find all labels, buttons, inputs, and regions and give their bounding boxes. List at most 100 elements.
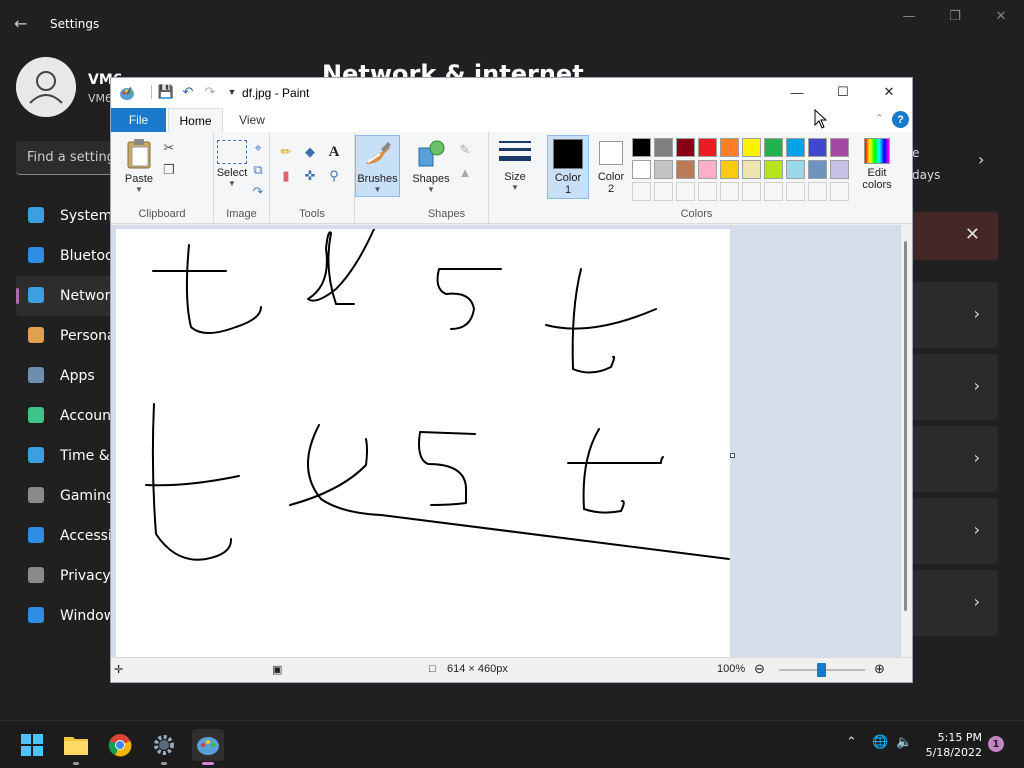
file-explorer-button[interactable]: [60, 729, 92, 765]
notification-badge[interactable]: 1: [988, 736, 1004, 752]
resize-handle[interactable]: [730, 453, 735, 458]
select-button[interactable]: Select ▼: [214, 138, 250, 188]
alert-card[interactable]: ✕: [910, 212, 998, 260]
sidebar-item-icon: [28, 327, 44, 343]
color-swatch[interactable]: [720, 160, 739, 179]
minimize-icon[interactable]: —: [886, 0, 932, 32]
collapse-ribbon-icon[interactable]: ⌃: [875, 112, 884, 125]
color-swatch[interactable]: [786, 138, 805, 157]
custom-color-slot[interactable]: [632, 182, 651, 201]
fill-shape-icon[interactable]: ▲: [457, 164, 473, 180]
eraser-icon[interactable]: ▮: [278, 168, 294, 184]
close-icon[interactable]: ✕: [978, 0, 1024, 32]
color-swatch[interactable]: [632, 160, 651, 179]
magnifier-icon[interactable]: ⚲: [326, 168, 342, 184]
outline-icon[interactable]: ✎: [457, 142, 473, 158]
sidebar-item-icon: [28, 247, 44, 263]
restore-icon[interactable]: ❐: [932, 0, 978, 32]
redo-icon[interactable]: ↷: [202, 84, 218, 100]
edit-colors-button[interactable]: Edit colors: [857, 138, 897, 191]
drawing-canvas[interactable]: [116, 228, 730, 657]
back-arrow-icon[interactable]: ←: [14, 14, 36, 34]
custom-color-slot[interactable]: [764, 182, 783, 201]
close-icon[interactable]: ✕: [866, 78, 912, 106]
size-button[interactable]: Size ▼: [495, 138, 535, 192]
start-button[interactable]: [16, 729, 48, 761]
dropdown-arrow-icon: ▼: [135, 185, 143, 194]
custom-color-slot[interactable]: [654, 182, 673, 201]
shapes-button[interactable]: Shapes ▼: [411, 138, 451, 194]
color-swatch[interactable]: [742, 138, 761, 157]
volume-icon[interactable]: 🔈: [896, 735, 912, 750]
color-swatch[interactable]: [764, 160, 783, 179]
color-swatch[interactable]: [698, 160, 717, 179]
settings-card[interactable]: ›: [910, 426, 998, 492]
custom-color-slot[interactable]: [742, 182, 761, 201]
color-picker-icon[interactable]: ✜: [302, 168, 318, 184]
color-swatch[interactable]: [676, 160, 695, 179]
chevron-up-icon[interactable]: ⌃: [846, 735, 857, 750]
vertical-scrollbar[interactable]: [901, 225, 912, 657]
language-icon[interactable]: 🌐: [872, 735, 888, 750]
rotate-icon[interactable]: ↷: [250, 184, 266, 200]
color-swatch[interactable]: [808, 160, 827, 179]
color-swatch[interactable]: [742, 160, 761, 179]
settings-card[interactable]: ›: [910, 282, 998, 348]
color-swatch[interactable]: [698, 138, 717, 157]
color1-button[interactable]: Color 1: [547, 135, 589, 199]
text-tool-icon[interactable]: A: [326, 144, 342, 160]
color2-button[interactable]: Color 2: [591, 138, 631, 195]
color-swatch[interactable]: [676, 138, 695, 157]
close-icon[interactable]: ✕: [965, 224, 980, 245]
settings-taskbar-button[interactable]: [148, 729, 180, 765]
custom-color-slot[interactable]: [808, 182, 827, 201]
crop-icon[interactable]: ⌖: [250, 140, 266, 156]
color-swatch[interactable]: [786, 160, 805, 179]
color-swatch[interactable]: [720, 138, 739, 157]
color-swatch[interactable]: [654, 160, 673, 179]
clock[interactable]: 5:15 PM 5/18/2022: [922, 730, 982, 760]
color-swatch[interactable]: [830, 160, 849, 179]
color-swatch[interactable]: [830, 138, 849, 157]
chrome-button[interactable]: [104, 729, 136, 761]
tab-home[interactable]: Home: [168, 108, 223, 133]
tab-file[interactable]: File: [111, 108, 166, 132]
resize-icon[interactable]: ⧉: [250, 162, 266, 178]
customize-qat-icon[interactable]: ▼: [224, 84, 240, 100]
custom-color-slot[interactable]: [698, 182, 717, 201]
tab-view[interactable]: View: [227, 108, 277, 132]
chevron-right-icon[interactable]: ›: [978, 150, 984, 169]
group-label-image: Image: [226, 208, 257, 220]
sidebar-item-icon: [28, 607, 44, 623]
custom-color-slot[interactable]: [786, 182, 805, 201]
custom-color-slot[interactable]: [676, 182, 695, 201]
fill-icon[interactable]: ◆: [302, 144, 318, 160]
copy-icon[interactable]: ❐: [161, 162, 177, 178]
brushes-button[interactable]: Brushes ▼: [355, 135, 400, 197]
minimize-icon[interactable]: —: [774, 78, 820, 106]
custom-color-slot[interactable]: [720, 182, 739, 201]
paint-titlebar[interactable]: 💾 ↶ ↷ ▼ df.jpg - Paint — ☐ ✕: [111, 78, 912, 108]
zoom-out-icon[interactable]: ⊖: [754, 661, 765, 677]
help-icon[interactable]: ?: [892, 111, 909, 128]
color-swatch[interactable]: [632, 138, 651, 157]
paste-button[interactable]: Paste ▼: [119, 138, 159, 194]
scrollbar-thumb[interactable]: [904, 241, 907, 611]
settings-card[interactable]: ›: [910, 354, 998, 420]
color-swatch[interactable]: [654, 138, 673, 157]
undo-icon[interactable]: ↶: [180, 84, 196, 100]
color-swatch[interactable]: [764, 138, 783, 157]
settings-card[interactable]: ›: [910, 498, 998, 564]
zoom-slider-thumb[interactable]: [817, 663, 826, 677]
paint-taskbar-button[interactable]: [192, 729, 224, 765]
avatar[interactable]: [16, 57, 76, 117]
settings-card[interactable]: ›: [910, 570, 998, 636]
save-icon[interactable]: 💾: [158, 84, 174, 100]
settings-title: Settings: [50, 17, 100, 31]
zoom-in-icon[interactable]: ⊕: [874, 661, 885, 677]
pencil-icon[interactable]: ✏: [278, 144, 294, 160]
custom-color-slot[interactable]: [830, 182, 849, 201]
cut-icon[interactable]: ✂: [161, 140, 177, 156]
color-swatch[interactable]: [808, 138, 827, 157]
maximize-icon[interactable]: ☐: [820, 78, 866, 106]
